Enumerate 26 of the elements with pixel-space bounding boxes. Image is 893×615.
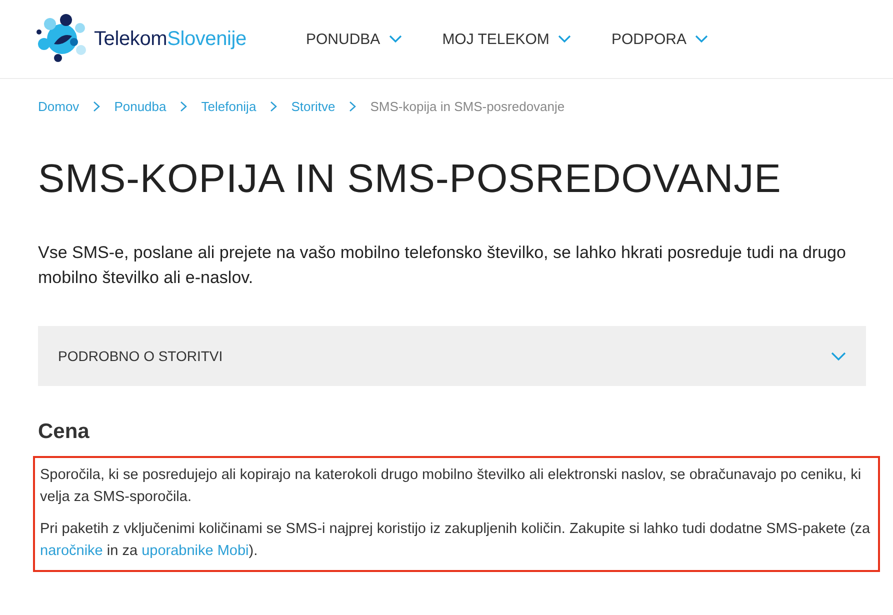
breadcrumb-link[interactable]: Telefonija (201, 98, 256, 114)
breadcrumb-separator-icon (349, 100, 356, 112)
breadcrumb-link[interactable]: Domov (38, 98, 80, 114)
chevron-icon (558, 35, 572, 43)
chevron-icon (389, 35, 402, 43)
breadcrumb-link[interactable]: Ponudba (114, 98, 166, 114)
breadcrumb-current: SMS-kopija in SMS-posredovanje (370, 98, 565, 114)
logo-text[interactable]: TelekomSlovenije (94, 28, 246, 50)
intro-paragraph: Vse SMS-e, poslane ali prejete na vašo mobilno telefonsko številko, se lahko hkrati posreduje tudi na drugo mobilno številko ali e-naslov. (38, 242, 847, 289)
breadcrumb-link[interactable]: Storitve (291, 98, 336, 114)
page-title: SMS-KOPIJA IN SMS-POSREDOVANJE (38, 156, 782, 203)
breadcrumb-separator-icon (93, 100, 100, 112)
breadcrumb-separator-icon (180, 100, 188, 112)
chevron-icon (695, 35, 708, 43)
price-paragraph: Pri paketih z vključenimi količinami se SMS-i najprej koristijo iz zakupljenih količin. Zakupite si lahko tudi dodatne SMS-pakete (za naročnike in za uporabnike Mobi). (40, 520, 872, 561)
section-heading: Cena (38, 420, 90, 444)
nav-menu-item[interactable]: MOJ TELEKOM (442, 30, 572, 48)
logo-icon[interactable] (36, 14, 88, 64)
price-paragraph: Sporočila, ki se posredujejo ali kopirajo na katerokoli drugo mobilno številko ali elektronski naslov, se obračunavajo po ceniku, ki velja za SMS-sporočila. (40, 466, 862, 507)
inline-link[interactable]: uporabnike Mobi (142, 543, 249, 559)
nav-menu-item[interactable]: PONUDBA (306, 30, 402, 48)
breadcrumb-separator-icon (270, 100, 278, 112)
chevron-icon (831, 352, 846, 360)
inline-link[interactable]: naročnike (40, 543, 103, 559)
accordion-header[interactable]: PODROBNO O STORITVI (38, 326, 866, 386)
nav-menu-item[interactable]: PODPORA (611, 30, 708, 48)
